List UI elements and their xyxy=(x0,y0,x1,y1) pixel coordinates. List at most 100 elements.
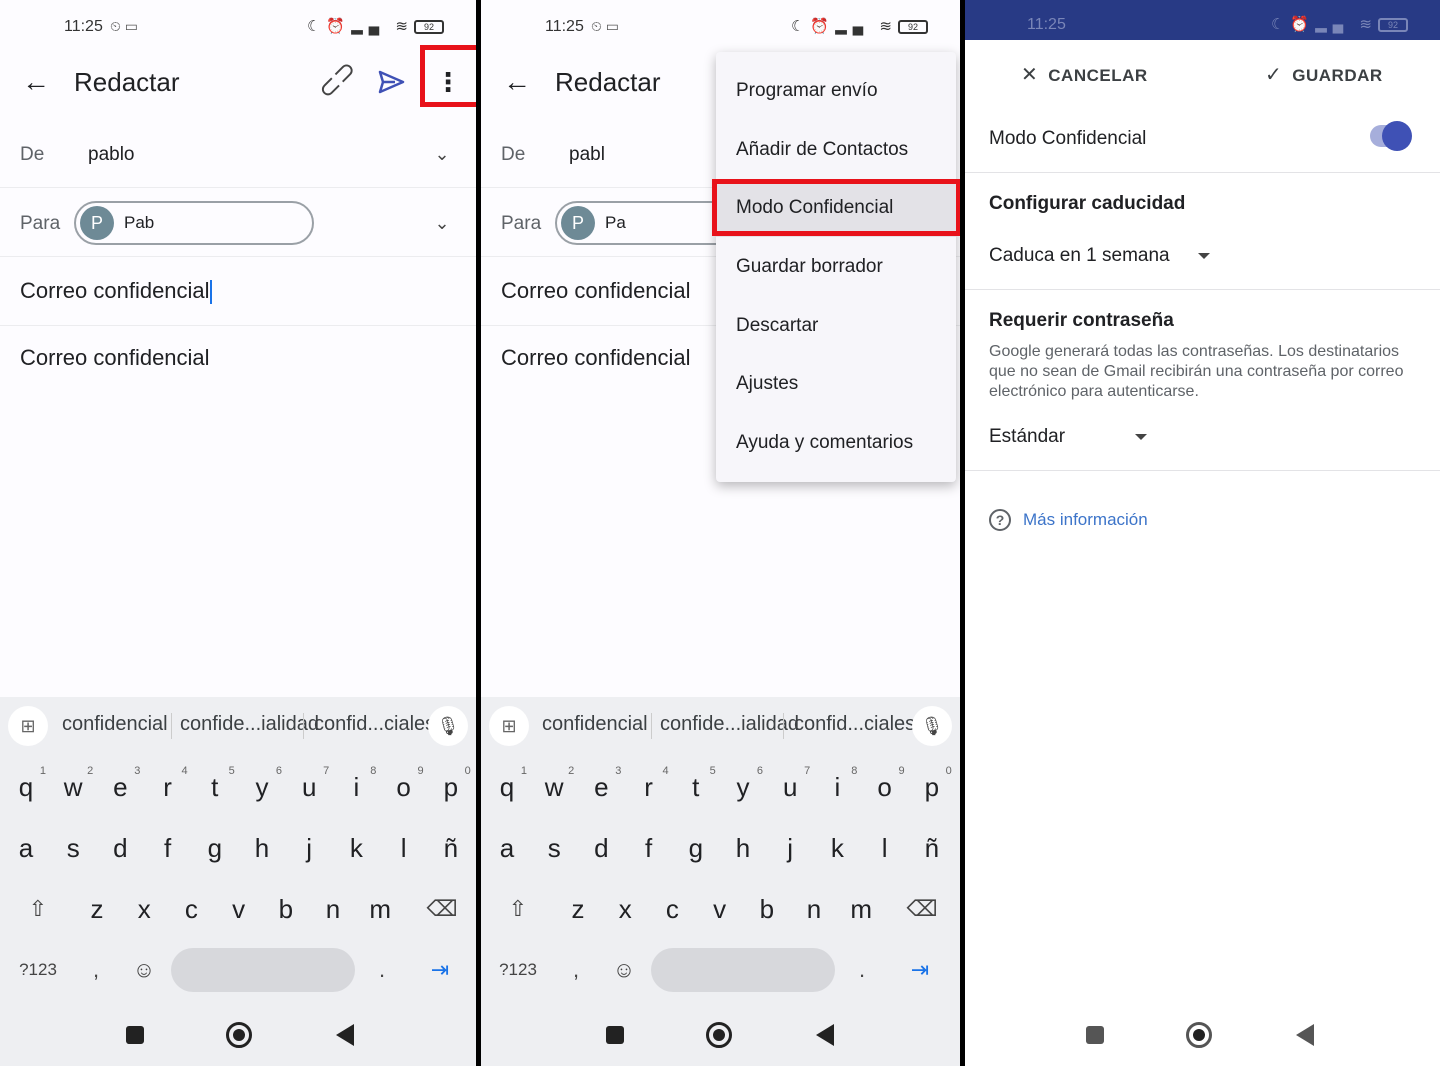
shift-icon[interactable]: ⇧ xyxy=(496,884,540,934)
symbols-key[interactable]: ?123 xyxy=(10,945,66,995)
key-n[interactable]: n xyxy=(311,884,355,934)
back-arrow-icon[interactable]: ← xyxy=(18,64,54,100)
attachment-icon[interactable]: ⊂⊃ xyxy=(309,53,363,108)
key-i[interactable]: i8 xyxy=(815,762,859,812)
back-triangle-icon[interactable] xyxy=(1296,1024,1314,1046)
confidential-mode-toggle[interactable] xyxy=(1370,121,1412,151)
key-m[interactable]: m xyxy=(358,884,402,934)
back-triangle-icon[interactable] xyxy=(816,1024,834,1046)
key-m[interactable]: m xyxy=(839,884,883,934)
subject-field[interactable]: Correo confidencial xyxy=(0,258,476,326)
key-b[interactable]: b xyxy=(264,884,308,934)
next-field-icon[interactable]: ⇥ xyxy=(414,945,466,995)
suggestion-2[interactable]: confide...ialidad xyxy=(660,713,799,736)
key-h[interactable]: h xyxy=(240,823,284,873)
key-t[interactable]: t5 xyxy=(193,762,237,812)
home-icon[interactable] xyxy=(226,1022,252,1048)
key-h[interactable]: h xyxy=(721,823,765,873)
suggestion-1[interactable]: confidencial xyxy=(542,713,648,736)
comma-key[interactable]: , xyxy=(556,945,596,995)
key-b[interactable]: b xyxy=(745,884,789,934)
space-key[interactable] xyxy=(651,948,835,992)
recipient-chip[interactable]: P Pab xyxy=(74,201,314,245)
key-a[interactable]: a xyxy=(4,823,48,873)
symbols-key[interactable]: ?123 xyxy=(490,945,546,995)
key-i[interactable]: i8 xyxy=(334,762,378,812)
key-w[interactable]: w2 xyxy=(532,762,576,812)
menu-item-add-contacts[interactable]: Añadir de Contactos xyxy=(716,121,956,179)
more-info-link[interactable]: Más información xyxy=(1023,510,1148,530)
back-triangle-icon[interactable] xyxy=(336,1024,354,1046)
key-x[interactable]: x xyxy=(122,884,166,934)
home-icon[interactable] xyxy=(1186,1022,1212,1048)
to-field[interactable]: Para P Pab ⌄ xyxy=(0,189,476,257)
key-l[interactable]: l xyxy=(382,823,426,873)
key-p[interactable]: p0 xyxy=(910,762,954,812)
recents-icon[interactable] xyxy=(1086,1026,1104,1044)
period-key[interactable]: . xyxy=(362,945,402,995)
suggestion-3[interactable]: confid...ciales xyxy=(794,713,915,736)
key-q[interactable]: q1 xyxy=(4,762,48,812)
send-icon[interactable] xyxy=(373,64,409,100)
from-field[interactable]: De pablo ⌄ xyxy=(0,120,476,188)
space-key[interactable] xyxy=(171,948,355,992)
apps-grid-icon[interactable]: ⊞ xyxy=(8,706,48,746)
key-z[interactable]: z xyxy=(75,884,119,934)
key-ñ[interactable]: ñ xyxy=(910,823,954,873)
password-dropdown[interactable]: Estándar xyxy=(989,426,1148,448)
key-e[interactable]: e3 xyxy=(579,762,623,812)
key-a[interactable]: a xyxy=(485,823,529,873)
recents-icon[interactable] xyxy=(606,1026,624,1044)
backspace-icon[interactable]: ⌫ xyxy=(898,884,946,934)
key-w[interactable]: w2 xyxy=(51,762,95,812)
confidential-mode-row[interactable]: Modo Confidencial xyxy=(965,110,1440,173)
cancel-button[interactable]: ✕ CANCELAR xyxy=(1021,62,1148,87)
key-e[interactable]: e3 xyxy=(98,762,142,812)
microphone-icon[interactable]: 🎙 xyxy=(428,706,468,746)
key-n[interactable]: n xyxy=(792,884,836,934)
key-x[interactable]: x xyxy=(603,884,647,934)
key-g[interactable]: g xyxy=(674,823,718,873)
next-field-icon[interactable]: ⇥ xyxy=(894,945,946,995)
key-p[interactable]: p0 xyxy=(429,762,473,812)
expiry-dropdown[interactable]: Caduca en 1 semana xyxy=(989,245,1210,267)
key-q[interactable]: q1 xyxy=(485,762,529,812)
key-v[interactable]: v xyxy=(698,884,742,934)
menu-item-schedule-send[interactable]: Programar envío xyxy=(716,62,956,120)
key-u[interactable]: u7 xyxy=(768,762,812,812)
key-k[interactable]: k xyxy=(334,823,378,873)
key-s[interactable]: s xyxy=(532,823,576,873)
menu-item-save-draft[interactable]: Guardar borrador xyxy=(716,238,956,296)
body-input[interactable]: Correo confidencial xyxy=(20,345,210,371)
back-arrow-icon[interactable]: ← xyxy=(499,64,535,100)
key-j[interactable]: j xyxy=(287,823,331,873)
key-t[interactable]: t5 xyxy=(674,762,718,812)
key-y[interactable]: y6 xyxy=(240,762,284,812)
apps-grid-icon[interactable]: ⊞ xyxy=(489,706,529,746)
emoji-icon[interactable]: ☺ xyxy=(602,945,646,995)
key-d[interactable]: d xyxy=(98,823,142,873)
body-input[interactable]: Correo confidencial xyxy=(501,345,691,371)
key-o[interactable]: o9 xyxy=(382,762,426,812)
menu-item-discard[interactable]: Descartar xyxy=(716,297,956,355)
emoji-icon[interactable]: ☺ xyxy=(122,945,166,995)
subject-input[interactable]: Correo confidencial xyxy=(501,278,691,304)
microphone-icon[interactable]: 🎙 xyxy=(912,706,952,746)
suggestion-3[interactable]: confid...ciales xyxy=(314,713,435,736)
home-icon[interactable] xyxy=(706,1022,732,1048)
key-f[interactable]: f xyxy=(627,823,671,873)
key-v[interactable]: v xyxy=(217,884,261,934)
subject-input[interactable]: Correo confidencial xyxy=(20,278,212,305)
chevron-down-icon[interactable]: ⌄ xyxy=(430,211,454,235)
key-g[interactable]: g xyxy=(193,823,237,873)
menu-item-help-feedback[interactable]: Ayuda y comentarios xyxy=(716,414,956,472)
key-z[interactable]: z xyxy=(556,884,600,934)
recents-icon[interactable] xyxy=(126,1026,144,1044)
key-r[interactable]: r4 xyxy=(627,762,671,812)
comma-key[interactable]: , xyxy=(76,945,116,995)
key-d[interactable]: d xyxy=(579,823,623,873)
key-f[interactable]: f xyxy=(146,823,190,873)
key-ñ[interactable]: ñ xyxy=(429,823,473,873)
key-c[interactable]: c xyxy=(169,884,213,934)
chevron-down-icon[interactable]: ⌄ xyxy=(430,142,454,166)
